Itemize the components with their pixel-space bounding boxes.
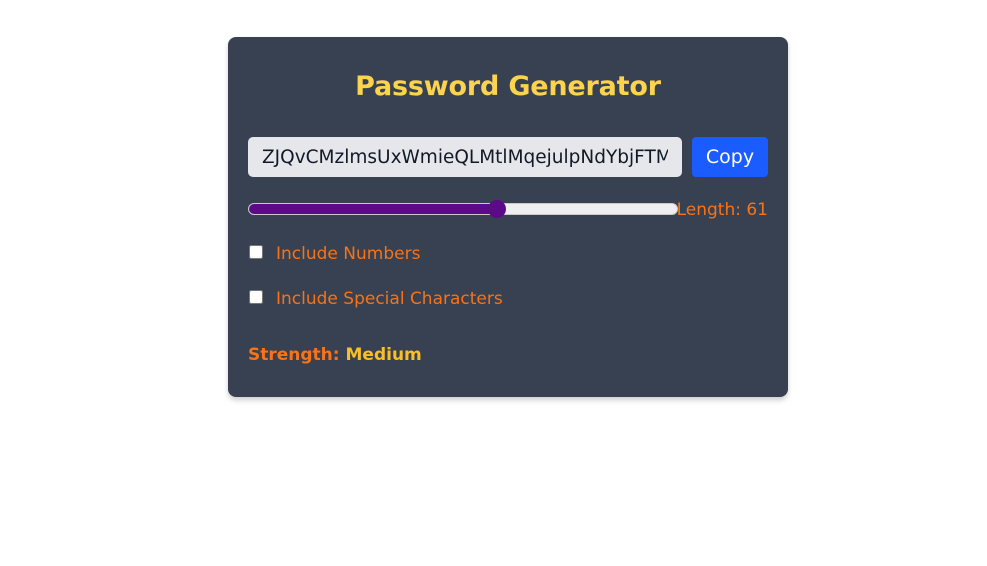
- option-include-special[interactable]: Include Special Characters: [248, 288, 503, 310]
- length-slider-row: Length: 61: [248, 197, 768, 223]
- include-special-label[interactable]: Include Special Characters: [276, 289, 503, 309]
- length-label: Length: 61: [676, 200, 768, 220]
- include-special-checkbox[interactable]: [249, 290, 263, 304]
- length-slider[interactable]: [248, 203, 678, 215]
- option-include-numbers[interactable]: Include Numbers: [248, 243, 420, 265]
- include-numbers-checkbox[interactable]: [249, 245, 263, 259]
- page-title: Password Generator: [355, 71, 661, 102]
- strength-value: Medium: [345, 345, 422, 365]
- password-output[interactable]: [248, 137, 682, 177]
- strength-indicator: Strength: Medium: [248, 345, 422, 365]
- length-slider-fill: [249, 204, 499, 214]
- password-generator-card: Password Generator Copy Length: 61 Inclu…: [228, 37, 788, 397]
- password-row: Copy: [248, 137, 768, 177]
- include-numbers-label[interactable]: Include Numbers: [276, 244, 420, 264]
- length-slider-thumb[interactable]: [488, 200, 507, 218]
- copy-button[interactable]: Copy: [692, 137, 768, 177]
- strength-label: Strength:: [248, 345, 340, 365]
